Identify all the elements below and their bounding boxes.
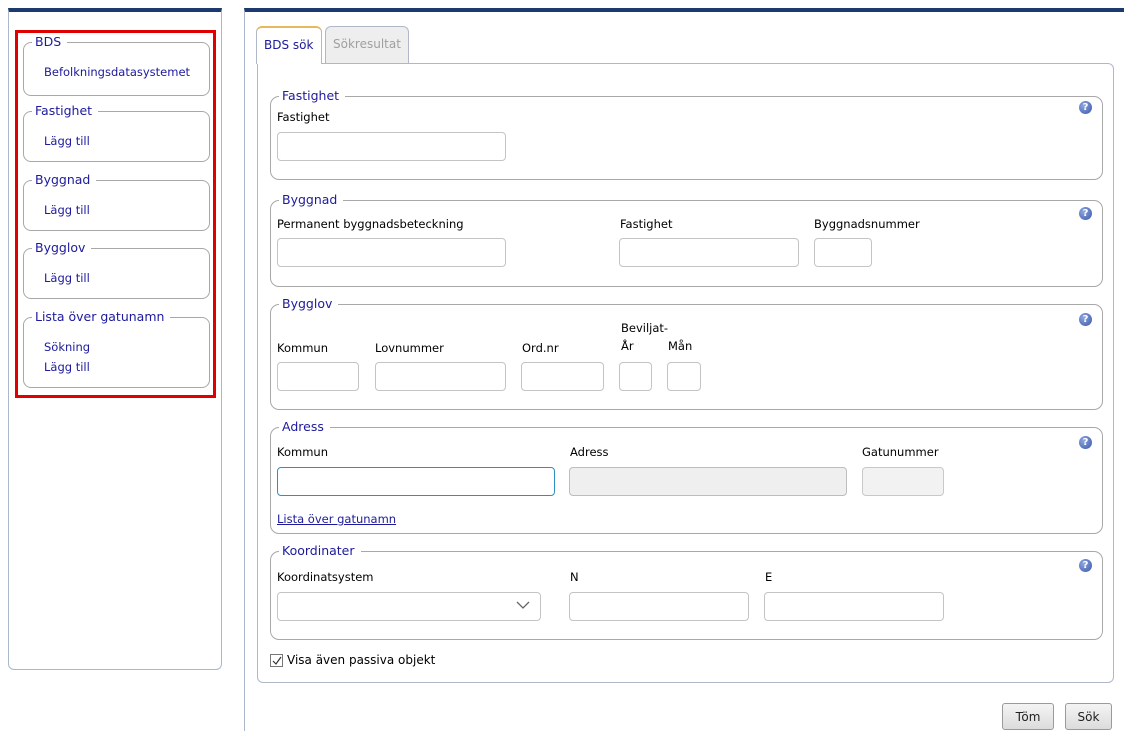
label-koordinatsystem: Koordinatsystem	[277, 570, 374, 584]
fieldset-title: Koordinater	[279, 543, 361, 558]
label-adress-kommun: Kommun	[277, 445, 328, 459]
fieldset-title: Adress	[279, 419, 330, 434]
label-gatunummer: Gatunummer	[862, 445, 939, 459]
byggnad-fastighet-input[interactable]	[619, 238, 799, 267]
label-ar: År	[621, 339, 634, 353]
chevron-down-icon	[516, 599, 530, 609]
fieldset-title: Bygglov	[279, 296, 339, 311]
tab-sokresultat[interactable]: Sökresultat	[325, 26, 409, 64]
checkmark-icon	[272, 656, 282, 665]
label-ordnr: Ord.nr	[522, 341, 559, 355]
search-button[interactable]: Sök	[1065, 703, 1112, 730]
clear-button[interactable]: Töm	[1002, 703, 1054, 730]
fastighet-input[interactable]	[277, 132, 506, 161]
label-permanent-byggnadsbeteckning: Permanent byggnadsbeteckning	[277, 217, 464, 231]
koordinatsystem-select[interactable]	[277, 592, 541, 621]
ordnr-input[interactable]	[521, 362, 604, 391]
tab-bds-sok[interactable]: BDS sök	[256, 26, 322, 64]
bygglov-kommun-input[interactable]	[277, 362, 359, 391]
help-icon[interactable]: ?	[1079, 559, 1092, 572]
beviljat-ar-input[interactable]	[619, 362, 652, 391]
byggnadsnummer-input[interactable]	[814, 238, 872, 267]
label-bygglov-kommun: Kommun	[277, 341, 328, 355]
fieldset-bygglov: Bygglov	[270, 296, 1103, 410]
label-lovnummer: Lovnummer	[375, 341, 444, 355]
label-byggnadsnummer: Byggnadsnummer	[814, 217, 920, 231]
label-fastighet: Fastighet	[277, 110, 330, 124]
help-icon[interactable]: ?	[1079, 101, 1092, 114]
label-e: E	[765, 570, 773, 584]
koordinat-e-input[interactable]	[764, 592, 944, 621]
help-icon[interactable]: ?	[1079, 207, 1092, 220]
help-icon[interactable]: ?	[1079, 313, 1092, 326]
fieldset-title: Byggnad	[279, 192, 344, 207]
label-adress: Adress	[570, 445, 609, 459]
permanent-byggnadsbeteckning-input[interactable]	[277, 238, 506, 267]
lovnummer-input[interactable]	[375, 362, 506, 391]
label-man: Mån	[668, 339, 693, 353]
passive-objects-label: Visa även passiva objekt	[287, 653, 436, 667]
adress-kommun-input[interactable]	[277, 467, 555, 496]
label-byggnad-fastighet: Fastighet	[620, 217, 673, 231]
adress-input	[569, 467, 847, 496]
passive-objects-checkbox[interactable]	[270, 654, 283, 667]
fieldset-title: Fastighet	[279, 88, 346, 103]
gatunummer-input	[862, 467, 944, 496]
label-n: N	[570, 570, 579, 584]
label-beviljat: Beviljat-	[621, 321, 669, 335]
help-icon[interactable]: ?	[1079, 436, 1092, 449]
highlight-box	[15, 30, 216, 398]
lista-over-gatunamn-link[interactable]: Lista över gatunamn	[277, 512, 396, 526]
koordinat-n-input[interactable]	[569, 592, 749, 621]
beviljat-man-input[interactable]	[667, 362, 701, 391]
